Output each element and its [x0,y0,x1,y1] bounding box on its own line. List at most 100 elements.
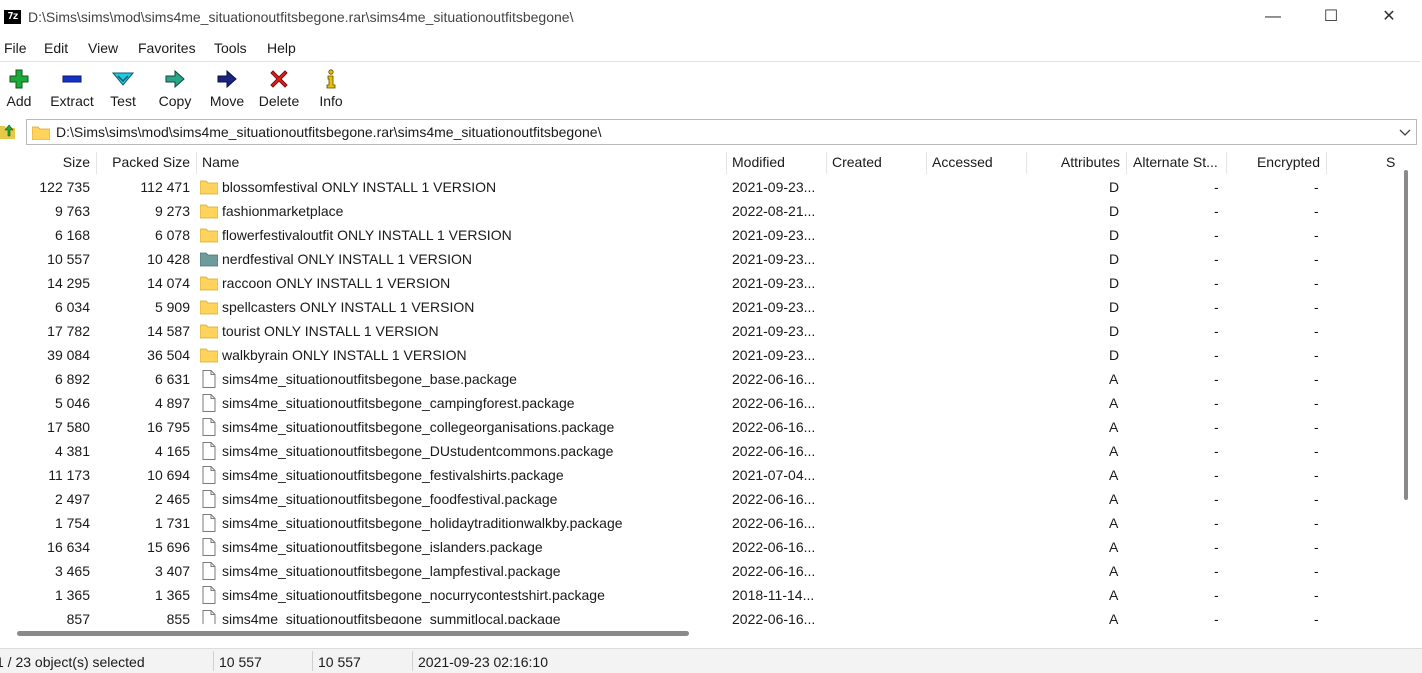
row-alternate-streams: - [1214,347,1219,363]
row-encrypted: - [1314,515,1319,531]
table-row[interactable]: 1 754 1 731 sims4me_situationoutfitsbegone… [0,511,1398,535]
folder-up-icon[interactable] [0,122,16,140]
row-size: 122 735 [39,179,90,195]
row-encrypted: - [1314,299,1319,315]
column-encrypted[interactable]: Encrypted [1257,154,1320,170]
row-encrypted: - [1314,203,1319,219]
close-button[interactable]: ✕ [1360,0,1418,36]
delete-button[interactable]: Delete [252,62,306,116]
row-name: walkbyrain ONLY INSTALL 1 VERSION [222,347,467,363]
row-packed-size: 4 897 [154,395,190,411]
row-alternate-streams: - [1214,563,1219,579]
column-name[interactable]: Name [202,154,239,170]
extract-label: Extract [50,93,94,109]
row-modified: 2021-09-23... [732,179,816,195]
status-packed-size: 10 557 [318,654,361,670]
row-size: 16 634 [47,539,90,555]
row-alternate-streams: - [1214,611,1219,624]
row-modified: 2018-11-14... [732,587,815,603]
status-modified: 2021-09-23 02:16:10 [418,654,548,670]
title-bar: 7z D:\Sims\sims\mod\sims4me_situationout… [0,0,1422,36]
info-icon [326,69,336,89]
row-modified: 2022-06-16... [732,563,816,579]
minimize-button[interactable]: — [1244,0,1302,36]
row-name: sims4me_situationoutfitsbegone_collegeor… [222,419,615,435]
table-row[interactable]: 3 465 3 407 sims4me_situationoutfitsbegone… [0,559,1398,583]
row-name: sims4me_situationoutfitsbegone_lampfesti… [222,563,561,579]
test-button[interactable]: Test [96,62,150,116]
column-attributes[interactable]: Attributes [1061,154,1120,170]
row-packed-size: 10 694 [147,467,190,483]
file-icon [202,442,216,460]
table-row[interactable]: 5 046 4 897 sims4me_situationoutfitsbegone… [0,391,1398,415]
info-button[interactable]: Info [304,62,358,116]
table-row[interactable]: 2 497 2 465 sims4me_situationoutfitsbegone… [0,487,1398,511]
extract-button[interactable]: Extract [45,62,99,116]
row-modified: 2022-08-21... [732,203,816,219]
menu-help[interactable]: Help [267,40,296,56]
table-row[interactable]: 857 855 sims4me_situationoutfitsbegone_sum… [0,607,1398,624]
row-size: 39 084 [47,347,90,363]
column-size[interactable]: Size [63,154,90,170]
add-plus-icon [9,69,29,89]
maximize-button[interactable]: ☐ [1302,0,1360,36]
file-icon [202,610,216,624]
horizontal-scroll-thumb[interactable] [17,631,689,636]
copy-button[interactable]: Copy [148,62,202,116]
vertical-scrollbar[interactable] [1399,150,1418,624]
row-attributes: A [1109,587,1119,603]
column-modified[interactable]: Modified [732,154,785,170]
column-packed-size[interactable]: Packed Size [112,154,190,170]
table-row[interactable]: 14 295 14 074 raccoon ONLY INSTALL 1 VERSI… [0,271,1398,295]
row-attributes: A [1109,467,1119,483]
table-row[interactable]: 16 634 15 696 sims4me_situationoutfitsbego… [0,535,1398,559]
menu-view[interactable]: View [88,40,118,56]
file-rows: 122 735 112 471 blossomfestival ONLY INSTA… [0,175,1398,624]
row-packed-size: 16 795 [147,419,190,435]
table-row[interactable]: 17 782 14 587 tourist ONLY INSTALL 1 VERSI… [0,319,1398,343]
column-extra[interactable]: S [1386,154,1395,170]
row-modified: 2021-09-23... [732,299,816,315]
add-button[interactable]: Add [0,62,46,116]
folder-icon [200,228,218,243]
address-bar[interactable]: D:\Sims\sims\mod\sims4me_situationoutfit… [26,119,1417,145]
column-alternate-streams[interactable]: Alternate St... [1133,154,1218,170]
row-packed-size: 6 631 [154,371,190,387]
table-row[interactable]: 6 168 6 078 flowerfestivaloutfit ONLY INST… [0,223,1398,247]
app-7zip-icon: 7z [4,10,21,24]
status-selection: 1 / 23 object(s) selected [0,654,145,670]
table-row[interactable]: 6 034 5 909 spellcasters ONLY INSTALL 1 VE… [0,295,1398,319]
menu-edit[interactable]: Edit [44,40,68,56]
folder-icon [200,300,218,315]
row-size: 6 034 [54,299,90,315]
table-row[interactable]: 11 173 10 694 sims4me_situationoutfitsbego… [0,463,1398,487]
menu-tools[interactable]: Tools [214,40,247,56]
row-name: sims4me_situationoutfitsbegone_festivals… [222,467,564,483]
table-row[interactable]: 39 084 36 504 walkbyrain ONLY INSTALL 1 VE… [0,343,1398,367]
table-row[interactable]: 17 580 16 795 sims4me_situationoutfitsbego… [0,415,1398,439]
table-row[interactable]: 1 365 1 365 sims4me_situationoutfitsbegone… [0,583,1398,607]
table-row[interactable]: 10 557 10 428 nerdfestival ONLY INSTALL 1 … [0,247,1398,271]
row-attributes: A [1109,371,1119,387]
row-packed-size: 1 731 [154,515,190,531]
table-row[interactable]: 4 381 4 165 sims4me_situationoutfitsbegone… [0,439,1398,463]
column-created[interactable]: Created [832,154,882,170]
row-modified: 2022-06-16... [732,443,816,459]
row-attributes: D [1109,347,1120,363]
horizontal-scrollbar[interactable] [0,624,1398,642]
row-encrypted: - [1314,227,1319,243]
menu-file[interactable]: File [4,40,27,56]
table-row[interactable]: 6 892 6 631 sims4me_situationoutfitsbegone… [0,367,1398,391]
row-modified: 2021-09-23... [732,251,816,267]
move-button[interactable]: Move [200,62,254,116]
menu-favorites[interactable]: Favorites [138,40,196,56]
chevron-down-icon[interactable] [1398,125,1412,139]
row-name: sims4me_situationoutfitsbegone_DUstudent… [222,443,614,459]
vertical-scroll-thumb[interactable] [1404,170,1408,500]
table-row[interactable]: 9 763 9 273 fashionmarketplace 2022-08-21..… [0,199,1398,223]
column-accessed[interactable]: Accessed [932,154,993,170]
address-path: D:\Sims\sims\mod\sims4me_situationoutfit… [56,124,602,140]
table-row[interactable]: 122 735 112 471 blossomfestival ONLY INSTA… [0,175,1398,199]
folder-icon [200,180,218,195]
file-icon [202,538,216,556]
